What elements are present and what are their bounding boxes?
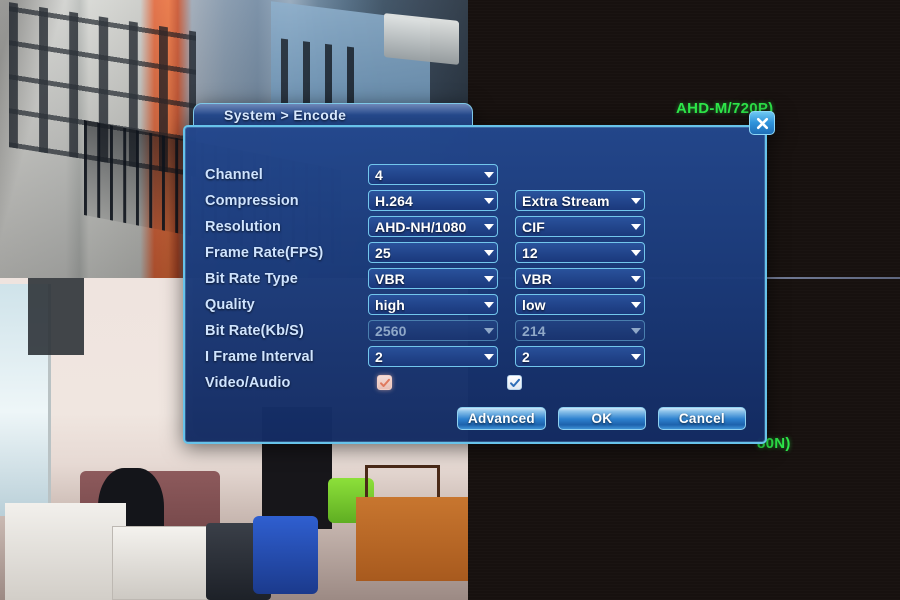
row-label: Channel	[205, 166, 263, 183]
field-main-row1[interactable]: H.264	[368, 190, 498, 211]
chevron-down-icon	[484, 249, 494, 256]
row-label: Frame Rate(FPS)	[205, 244, 324, 261]
advanced-button[interactable]: Advanced	[457, 407, 546, 430]
form-row: Compression H.264 Extra Stream	[205, 189, 753, 212]
field-main-row5[interactable]: high	[368, 294, 498, 315]
dialog-title: System > Encode	[224, 107, 347, 123]
field-extra-row6: 214	[515, 320, 645, 341]
field-value: 2	[375, 348, 383, 365]
office-cabinet	[112, 525, 216, 600]
ok-button[interactable]: OK	[557, 407, 646, 430]
field-value: 214	[522, 322, 546, 339]
chevron-down-icon	[631, 301, 641, 308]
form-row: Quality high low	[205, 293, 753, 316]
office-desk	[4, 503, 127, 600]
form-row: I Frame Interval 2 2	[205, 345, 753, 368]
chevron-down-icon	[484, 353, 494, 360]
dialog-body: Channel 4 Compression H.264 Extra Stream Reso…	[183, 125, 767, 444]
field-extra-row4[interactable]: VBR	[515, 268, 645, 289]
field-main-row4[interactable]: VBR	[368, 268, 498, 289]
encode-settings-dialog: System > Encode Channel 4 Compression H.264…	[183, 103, 775, 444]
field-extra-row7[interactable]: 2	[515, 346, 645, 367]
field-main-row3[interactable]: 25	[368, 242, 498, 263]
row-label: Quality	[205, 296, 255, 313]
field-value: H.264	[375, 192, 413, 209]
row-label: Resolution	[205, 218, 281, 235]
row-label: I Frame Interval	[205, 348, 314, 365]
field-main-row6: 2560	[368, 320, 498, 341]
chevron-down-icon	[484, 275, 494, 282]
field-main-row0[interactable]: 4	[368, 164, 498, 185]
field-value: 4	[375, 166, 383, 183]
dvr-screen: AHD-M/720P) 80N) System > Encode Channel…	[0, 0, 900, 600]
field-value: CIF	[522, 218, 545, 235]
video-audio-checkbox-main[interactable]	[377, 375, 392, 390]
wall-panel	[28, 278, 85, 356]
check-icon	[509, 378, 520, 387]
row-label: Video/Audio	[205, 374, 291, 391]
chevron-down-icon	[631, 353, 641, 360]
chevron-down-icon	[631, 249, 641, 256]
field-value: 25	[375, 244, 391, 261]
close-button[interactable]	[749, 111, 775, 135]
chevron-down-icon	[484, 327, 494, 334]
chevron-down-icon	[631, 223, 641, 230]
check-icon	[379, 378, 390, 387]
wooden-desk	[355, 496, 468, 581]
field-value: 2	[522, 348, 530, 365]
chevron-down-icon	[484, 301, 494, 308]
cancel-button[interactable]: Cancel	[657, 407, 746, 430]
field-extra-row5[interactable]: low	[515, 294, 645, 315]
encode-form: Channel 4 Compression H.264 Extra Stream Reso…	[205, 163, 753, 397]
chevron-down-icon	[484, 171, 494, 178]
form-row: Resolution AHD-NH/1080 CIF	[205, 215, 753, 238]
field-value: VBR	[522, 270, 552, 287]
video-audio-checkbox-extra[interactable]	[507, 375, 522, 390]
dialog-titlebar: System > Encode	[193, 103, 473, 126]
field-value: 12	[522, 244, 538, 261]
chevron-down-icon	[631, 275, 641, 282]
row-label: Bit Rate Type	[205, 270, 298, 287]
parked-van	[383, 12, 459, 66]
field-value: high	[375, 296, 405, 313]
field-value: AHD-NH/1080	[375, 218, 467, 235]
field-extra-row3[interactable]: 12	[515, 242, 645, 263]
form-row: Video/Audio	[205, 371, 753, 394]
field-value: Extra Stream	[522, 192, 610, 209]
chevron-down-icon	[484, 197, 494, 204]
form-row: Channel 4	[205, 163, 753, 186]
chevron-down-icon	[631, 327, 641, 334]
field-extra-row2[interactable]: CIF	[515, 216, 645, 237]
blue-bag	[252, 516, 319, 594]
row-label: Bit Rate(Kb/S)	[205, 322, 304, 339]
chevron-down-icon	[631, 197, 641, 204]
form-row: Bit Rate(Kb/S) 2560 214	[205, 319, 753, 342]
field-main-row7[interactable]: 2	[368, 346, 498, 367]
field-value: VBR	[375, 270, 405, 287]
row-label: Compression	[205, 192, 299, 209]
chevron-down-icon	[484, 223, 494, 230]
form-row: Frame Rate(FPS) 25 12	[205, 241, 753, 264]
field-extra-row1[interactable]: Extra Stream	[515, 190, 645, 211]
close-icon	[756, 117, 768, 129]
form-row: Bit Rate Type VBR VBR	[205, 267, 753, 290]
field-value: low	[522, 296, 546, 313]
field-main-row2[interactable]: AHD-NH/1080	[368, 216, 498, 237]
dialog-button-bar: Advanced OK Cancel	[457, 407, 746, 430]
field-value: 2560	[375, 322, 407, 339]
